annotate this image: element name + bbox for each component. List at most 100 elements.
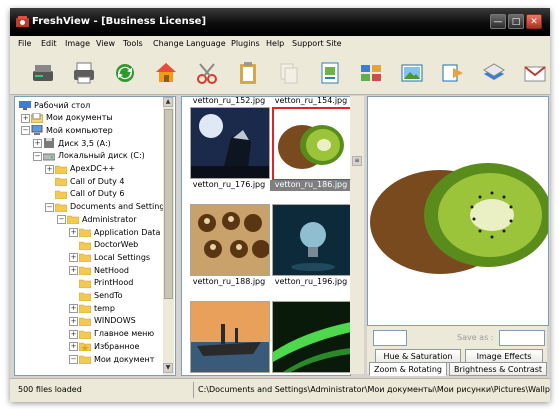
zoom-input[interactable]	[373, 330, 407, 346]
tree-item[interactable]: PrintHood	[79, 277, 133, 289]
picture-button[interactable]	[399, 60, 425, 86]
clipboard-button[interactable]	[235, 60, 261, 86]
printer-icon	[74, 62, 94, 84]
thumbnail-item[interactable]	[190, 301, 270, 373]
tree-scroll-thumb[interactable]	[164, 109, 173, 299]
expand-icon[interactable]: +	[69, 316, 78, 326]
collapse-icon[interactable]: −	[57, 215, 66, 225]
slideshow-button[interactable]	[317, 60, 343, 86]
tree-item[interactable]: Administrator	[67, 213, 137, 225]
refresh-button[interactable]	[112, 60, 138, 86]
folder-icon	[79, 317, 91, 326]
scissors-button[interactable]	[194, 60, 220, 86]
collapse-icon[interactable]: −	[69, 355, 78, 364]
tree-item[interactable]: DoctorWeb	[79, 239, 138, 251]
scanner-button[interactable]	[30, 60, 56, 86]
thumbnail-item[interactable]	[272, 107, 350, 181]
tree-item[interactable]: Локальный диск (C:)	[43, 150, 145, 162]
tree-item[interactable]: Диск 3,5 (A:)	[43, 137, 111, 149]
thumbnail-item[interactable]	[190, 204, 270, 276]
thumbnail-item[interactable]	[190, 107, 270, 179]
pane-splitter[interactable]: ≡	[350, 96, 364, 374]
tree-scrollbar[interactable]: ▲ ▼	[163, 97, 174, 375]
star-folder-icon	[79, 342, 91, 352]
tab-image-effects[interactable]: Image Effects	[465, 349, 543, 363]
scroll-up-arrow-icon[interactable]: ▲	[163, 97, 173, 107]
splitter-grip-icon[interactable]: ≡	[352, 156, 362, 166]
folder-icon	[79, 355, 91, 364]
tree-item[interactable]: Мои документ	[79, 353, 154, 365]
expand-icon[interactable]: +	[69, 266, 78, 276]
tree-item[interactable]: SendTo	[79, 290, 123, 302]
expand-icon[interactable]: +	[33, 139, 42, 149]
folder-icon	[55, 190, 67, 199]
tree-item-label: Administrator	[82, 214, 137, 224]
close-button[interactable]: ✕	[526, 14, 542, 29]
thumbnail-item[interactable]	[272, 204, 350, 276]
menu-image[interactable]: Image	[65, 39, 90, 48]
tree-item[interactable]: Local Settings	[79, 251, 150, 263]
tree-item[interactable]: Call of Duty 6	[55, 188, 124, 200]
thumbnail-grid[interactable]: vetton_ru_152.jpg vetton_ru_154.jpg vett…	[181, 96, 351, 376]
menu-tools[interactable]: Tools	[123, 39, 143, 48]
collapse-icon[interactable]: −	[21, 126, 30, 136]
menu-bar: File Edit Image View Tools Change Langua…	[10, 36, 550, 52]
tree-item[interactable]: Рабочий стол	[19, 99, 90, 111]
tree-item[interactable]: Избранное	[79, 340, 139, 352]
email-button[interactable]	[522, 60, 548, 86]
menu-help[interactable]: Help	[266, 39, 284, 48]
maximize-button[interactable]: □	[508, 14, 524, 29]
menu-change-language[interactable]: Change Language	[153, 39, 226, 48]
menu-file[interactable]: File	[18, 39, 31, 48]
tree-item-label: Call of Duty 4	[70, 176, 125, 186]
collapse-icon[interactable]: −	[45, 202, 54, 212]
tree-item[interactable]: Application Data	[79, 226, 160, 238]
tab-zoom-rotating[interactable]: Zoom & Rotating	[369, 362, 447, 376]
tree-item-label: Диск 3,5 (A:)	[58, 138, 111, 148]
scroll-down-arrow-icon[interactable]: ▼	[163, 363, 173, 373]
expand-icon[interactable]: +	[69, 329, 78, 339]
menu-edit[interactable]: Edit	[41, 39, 57, 48]
expand-icon[interactable]: +	[69, 228, 78, 237]
tree-item-label: PrintHood	[94, 278, 134, 288]
tree-item[interactable]: Мои документы	[31, 112, 113, 124]
collapse-icon[interactable]: −	[33, 151, 42, 161]
printer-button[interactable]	[71, 60, 97, 86]
folder-icon	[79, 330, 91, 339]
tab-hue-saturation[interactable]: Hue & Saturation	[375, 349, 461, 363]
convert-button[interactable]	[481, 60, 507, 86]
thumbnail-item[interactable]	[272, 301, 350, 373]
window-title: FreshView - [Business License]	[32, 16, 207, 27]
thumbnails-button[interactable]	[358, 60, 384, 86]
copy-button[interactable]	[276, 60, 302, 86]
expand-icon[interactable]: +	[45, 164, 54, 174]
harddrive-icon	[43, 153, 55, 161]
tree-item[interactable]: Documents and Settings	[55, 201, 169, 213]
export-icon	[442, 64, 463, 82]
tree-item[interactable]: NetHood	[79, 264, 129, 276]
menu-support-site[interactable]: Support Site	[292, 39, 342, 48]
menu-plugins[interactable]: Plugins	[231, 39, 260, 48]
expand-icon[interactable]: +	[69, 304, 78, 314]
tree-item-label: SendTo	[94, 291, 123, 300]
export-button[interactable]	[440, 60, 466, 86]
save-as-input[interactable]	[499, 330, 545, 346]
tree-item[interactable]: WINDOWS	[79, 315, 136, 327]
tab-brightness-contrast[interactable]: Brightness & Contrast	[449, 362, 547, 376]
folder-tree[interactable]: Рабочий стол + Мои документы − Мой компьютер…	[14, 96, 176, 376]
folder-icon	[79, 279, 91, 288]
tree-item[interactable]: Главное меню	[79, 328, 154, 340]
expand-icon[interactable]: +	[69, 253, 78, 263]
tree-item[interactable]: ApexDC++	[55, 163, 115, 175]
expand-icon[interactable]: +	[69, 342, 78, 352]
tree-item-label: Application Data	[94, 227, 161, 237]
tree-item[interactable]: temp	[79, 302, 115, 314]
minimize-button[interactable]: —	[490, 14, 506, 29]
tree-item[interactable]: Call of Duty 4	[55, 175, 124, 187]
expand-icon[interactable]: +	[21, 113, 30, 123]
title-bar[interactable]: FreshView - [Business License] — □ ✕	[10, 8, 550, 36]
home-button[interactable]	[153, 60, 179, 86]
freshview-logo-icon	[16, 16, 29, 27]
menu-view[interactable]: View	[96, 39, 115, 48]
tree-item[interactable]: Мой компьютер	[31, 124, 113, 136]
